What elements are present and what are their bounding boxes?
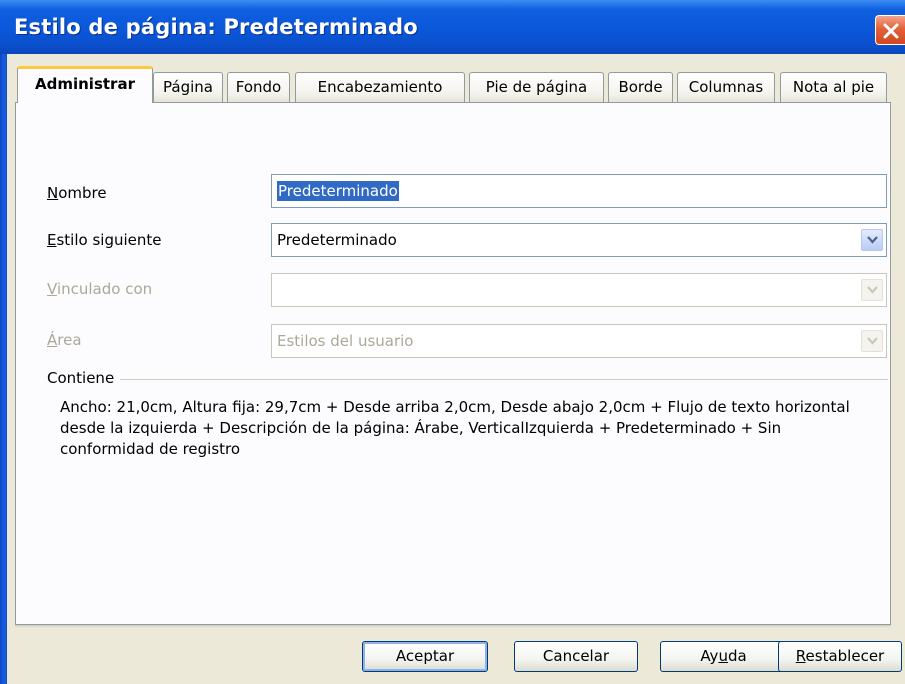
- linked-label-text: inculado con: [56, 280, 153, 298]
- linked-label-mnemonic: V: [47, 280, 57, 298]
- window-frame: [0, 54, 7, 684]
- name-label-mnemonic: N: [47, 184, 59, 202]
- next-style-select[interactable]: Predeterminado: [271, 223, 887, 257]
- name-value: Predeterminado: [277, 181, 399, 201]
- area-select[interactable]: Estilos del usuario: [271, 324, 887, 358]
- reset-button[interactable]: Restablecer: [778, 641, 902, 672]
- accept-button[interactable]: Aceptar: [362, 641, 488, 672]
- area-value: Estilos del usuario: [277, 332, 414, 350]
- title-bar[interactable]: Estilo de página: Predeterminado: [0, 0, 905, 54]
- close-button[interactable]: [875, 15, 905, 45]
- chevron-down-icon: [867, 337, 878, 345]
- chevron-down-icon: [867, 236, 878, 244]
- panel-shadow: [15, 625, 891, 628]
- tab-columnas[interactable]: Columnas: [677, 72, 775, 102]
- contains-divider: [52, 379, 888, 380]
- tab-pagina[interactable]: Página: [153, 72, 223, 102]
- linked-dropdown-button[interactable]: [861, 279, 883, 301]
- help-label-pre: Ay: [700, 647, 719, 665]
- linked-label: Vinculado con: [47, 280, 152, 298]
- tab-borde[interactable]: Borde: [608, 72, 673, 102]
- reset-label-mnemonic: R: [795, 647, 806, 665]
- tab-panel-administrar: Nombre Predeterminado Estilo siguiente P…: [15, 102, 891, 625]
- help-button[interactable]: Ayuda: [660, 641, 787, 672]
- tab-nota-al-pie[interactable]: Nota al pie: [780, 72, 887, 102]
- next-style-dropdown-button[interactable]: [861, 229, 883, 251]
- next-style-label: Estilo siguiente: [47, 231, 161, 249]
- tab-pie-de-pagina[interactable]: Pie de página: [469, 72, 604, 102]
- tab-fondo[interactable]: Fondo: [227, 72, 290, 102]
- name-label: Nombre: [47, 184, 107, 202]
- chevron-down-icon: [867, 286, 878, 294]
- next-style-value: Predeterminado: [277, 231, 397, 249]
- area-label-text: rea: [57, 331, 82, 349]
- contains-label: Contiene: [47, 369, 121, 387]
- area-label-mnemonic: Á: [47, 331, 58, 349]
- page-style-dialog: Estilo de página: Predeterminado Adminis…: [0, 0, 905, 684]
- contains-description: Ancho: 21,0cm, Altura fija: 29,7cm + Des…: [60, 398, 850, 458]
- help-label-mnemonic: u: [718, 647, 728, 665]
- tab-administrar[interactable]: Administrar: [17, 66, 153, 103]
- help-label-post: da: [727, 647, 747, 665]
- area-dropdown-button[interactable]: [861, 330, 883, 352]
- dialog-title: Estilo de página: Predeterminado: [14, 15, 418, 39]
- cancel-button[interactable]: Cancelar: [514, 641, 638, 672]
- name-field[interactable]: Predeterminado: [271, 174, 887, 208]
- close-icon: [883, 23, 899, 39]
- linked-select[interactable]: [271, 273, 887, 307]
- tab-encabezamiento[interactable]: Encabezamiento: [295, 72, 465, 102]
- next-style-label-text: stilo siguiente: [56, 231, 162, 249]
- name-label-text: ombre: [58, 184, 107, 202]
- dialog-body: Administrar Página Fondo Encabezamiento …: [7, 54, 905, 684]
- reset-label-text: establecer: [805, 647, 885, 665]
- area-label: Área: [47, 331, 82, 349]
